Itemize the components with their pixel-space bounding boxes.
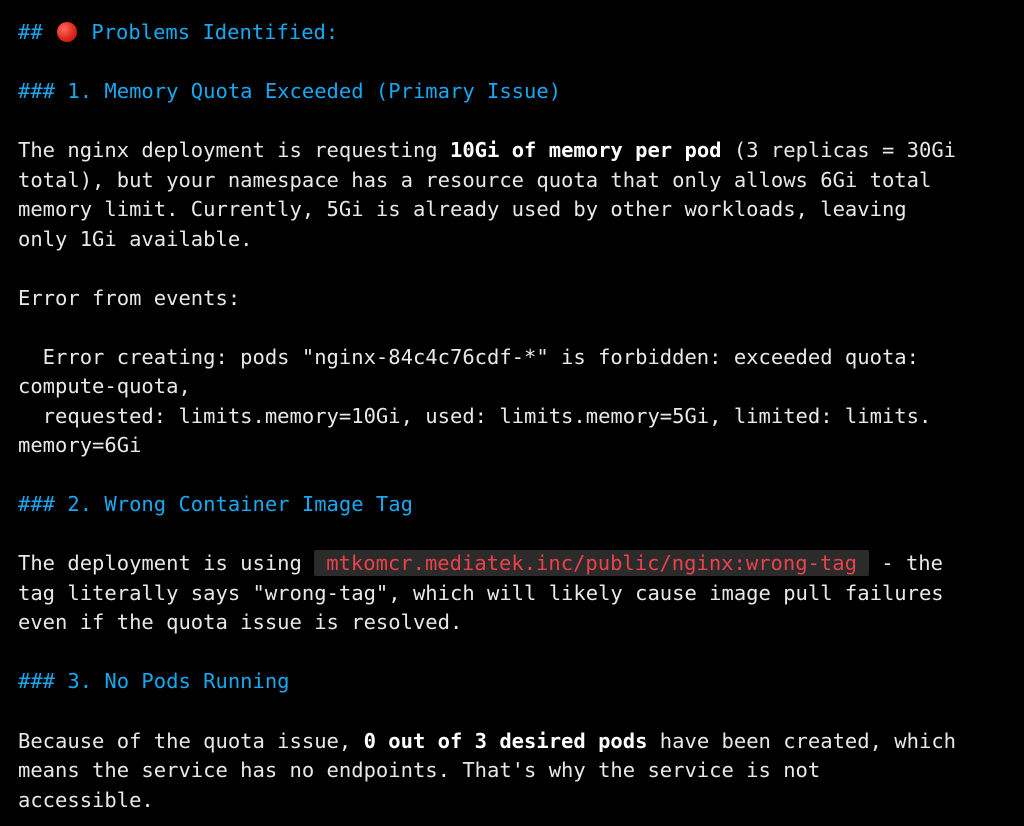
section1-line-1-rest: (3 replicas = 30Gi [721, 138, 957, 162]
error-line-1: Error creating: pods "nginx-84c4c76cdf-*… [18, 344, 919, 369]
section3-line-3: accessible. [18, 787, 154, 812]
section3-bold-pods: 0 out of 3 desired pods [363, 728, 648, 753]
section2-line-2: tag literally says "wrong-tag", which wi… [18, 580, 944, 605]
section2-line-3: even if the quota issue is resolved. [18, 610, 463, 634]
section3-line-1: Because of the quota issue, 0 out of 3 d… [18, 727, 956, 757]
error-line-4: memory=6Gi [18, 433, 142, 457]
section1-heading: ### 1. Memory Quota Exceeded (Primary Is… [18, 79, 562, 103]
error-line-2: compute-quota, [18, 374, 191, 398]
section2-heading: ### 2. Wrong Container Image Tag [18, 492, 413, 516]
image-tag-code: mtkomcr.mediatek.inc/public/nginx:wrong-… [314, 550, 869, 576]
section1-line-1-text: The nginx deployment is requesting [18, 138, 450, 162]
section2-line-1-rest: - the [868, 551, 943, 575]
section3-line-1-rest: have been created, which [647, 728, 957, 753]
section3-heading: ### 3. No Pods Running [18, 669, 290, 693]
section1-line-3: memory limit. Currently, 5Gi is already … [18, 197, 907, 221]
main-heading-prefix: ## [18, 20, 43, 44]
section1-line-4: only 1Gi available. [18, 226, 253, 251]
section2-line-1-text: The deployment is using [18, 551, 315, 575]
red-circle-icon [57, 22, 78, 42]
error-line-3: requested: limits.memory=10Gi, used: lim… [18, 403, 932, 428]
section1-bold-request: 10Gi of memory per pod [449, 138, 722, 162]
section3-line-2: means the service has no endpoints. That… [18, 758, 821, 782]
section3-line-1-text: Because of the quota issue, [18, 728, 364, 753]
section2-line-1: The deployment is using mtkomcr.mediatek… [18, 549, 943, 579]
main-heading: ## Problems Identified: [18, 18, 338, 48]
error-label: Error from events: [18, 285, 241, 310]
section1-line-2: total), but your namespace has a resourc… [18, 167, 932, 192]
main-heading-title: Problems Identified: [91, 20, 339, 44]
section1-line-1: The nginx deployment is requesting 10Gi … [18, 136, 956, 166]
